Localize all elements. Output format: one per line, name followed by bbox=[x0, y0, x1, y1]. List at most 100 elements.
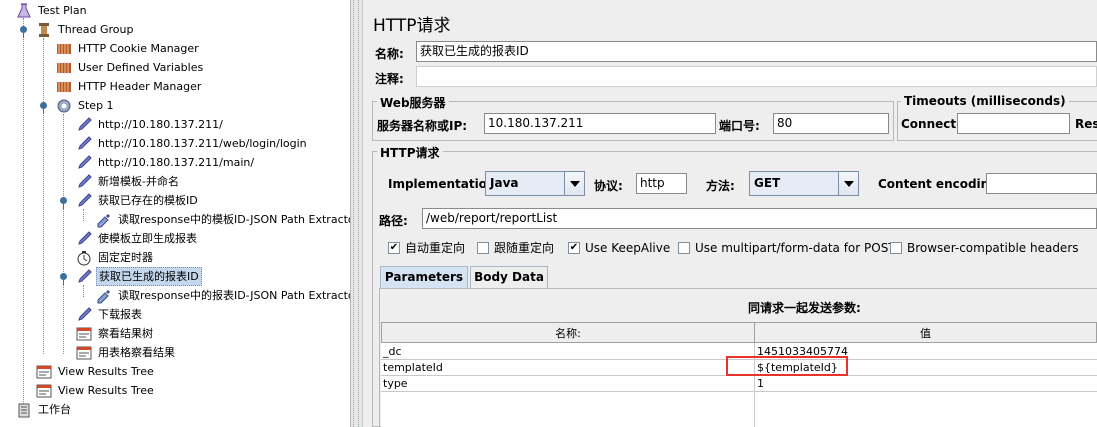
tab-body-data[interactable]: Body Data bbox=[470, 266, 548, 289]
pipette-sampler-icon bbox=[78, 269, 92, 283]
param-value-cell[interactable]: 1 bbox=[755, 376, 764, 392]
response-timeout-label: Res bbox=[1075, 117, 1097, 131]
tree-item-label: 下载报表 bbox=[98, 308, 142, 321]
comment-field[interactable] bbox=[416, 66, 1097, 87]
http-request-group-title: HTTP请求 bbox=[377, 144, 443, 161]
tab-parameters[interactable]: Parameters bbox=[380, 266, 468, 289]
param-name-cell[interactable]: _dc bbox=[381, 344, 402, 360]
expand-toggle-icon[interactable] bbox=[40, 102, 47, 114]
checkbox-box bbox=[678, 242, 690, 254]
name-label: 名称: bbox=[375, 47, 404, 61]
http-request-panel: HTTP请求 名称: 获取已生成的报表ID 注释: Web服务器 服务器名称或I… bbox=[363, 0, 1097, 427]
flask-icon bbox=[17, 3, 31, 18]
config-element-icon bbox=[57, 44, 71, 54]
parameters-table[interactable]: 名称: 值 _dc 1451033405774 templateId ${tem… bbox=[381, 322, 1097, 427]
divider-grip[interactable] bbox=[353, 0, 359, 427]
tree-item-label: 用表格察看结果 bbox=[98, 346, 175, 359]
connect-label: Connect: bbox=[901, 117, 961, 131]
server-label: 服务器名称或IP: bbox=[377, 119, 468, 133]
content-encoding-field[interactable] bbox=[986, 173, 1097, 194]
checkbox-label: 跟随重定向 bbox=[494, 241, 555, 255]
pipette-sampler-icon bbox=[78, 117, 92, 131]
tree-item-label: 使模板立即生成报表 bbox=[98, 232, 197, 245]
tree-item-label: Step 1 bbox=[78, 99, 114, 112]
expand-toggle-icon[interactable] bbox=[60, 197, 67, 209]
tree-connector bbox=[83, 209, 84, 221]
gear-controller-icon bbox=[57, 99, 71, 113]
extractor-icon bbox=[97, 290, 110, 304]
tree-item-label: User Defined Variables bbox=[78, 61, 204, 74]
param-name-cell[interactable]: templateId bbox=[381, 360, 443, 376]
chevron-down-icon[interactable] bbox=[564, 172, 584, 195]
pipette-sampler-icon bbox=[78, 193, 92, 207]
tree-item-label: HTTP Header Manager bbox=[78, 80, 202, 93]
checkmark-icon: ✔ bbox=[388, 242, 400, 254]
tree-item-label: View Results Tree bbox=[58, 384, 154, 397]
tree-connector bbox=[63, 114, 64, 354]
comment-label: 注释: bbox=[375, 72, 404, 86]
highlight-annotation-box bbox=[726, 356, 848, 376]
method-label: 方法: bbox=[706, 179, 735, 193]
checkbox-label: Use multipart/form-data for POST bbox=[695, 241, 896, 255]
port-field[interactable]: 80 bbox=[773, 113, 889, 134]
pipette-sampler-icon bbox=[78, 136, 92, 150]
tree-item-label: 察看结果树 bbox=[98, 327, 153, 340]
tree-item-label: HTTP Cookie Manager bbox=[78, 42, 199, 55]
tree-item-label: 工作台 bbox=[38, 403, 71, 416]
tree-item-label: 获取已生成的报表ID bbox=[96, 267, 202, 286]
timer-icon bbox=[77, 251, 91, 266]
path-field[interactable]: /web/report/reportList bbox=[422, 208, 1097, 229]
checkbox-label: Use KeepAlive bbox=[585, 241, 671, 255]
checkbox-box bbox=[890, 242, 902, 254]
config-element-icon bbox=[57, 82, 71, 92]
expand-toggle-icon[interactable] bbox=[20, 26, 27, 38]
method-select[interactable]: GET bbox=[749, 171, 859, 196]
tree-item-label: 读取response中的报表ID-JSON Path Extractor bbox=[118, 289, 350, 302]
column-header-name[interactable]: 名称: bbox=[381, 322, 755, 343]
tree-item-label: View Results Tree bbox=[58, 365, 154, 378]
tree-item-label: Test Plan bbox=[38, 4, 87, 17]
implementation-value: Java bbox=[490, 176, 519, 190]
spool-icon bbox=[39, 23, 49, 37]
extractor-icon bbox=[97, 214, 110, 228]
tree-item-label: 新增模板-并命名 bbox=[98, 175, 179, 188]
config-element-icon bbox=[57, 63, 71, 73]
column-header-value[interactable]: 值 bbox=[754, 322, 1097, 343]
param-name-cell[interactable]: type bbox=[381, 376, 408, 392]
workbench-icon bbox=[18, 403, 30, 418]
checkbox-label: Browser-compatible headers bbox=[907, 241, 1079, 255]
protocol-field[interactable]: http bbox=[636, 173, 687, 194]
listener-icon bbox=[36, 365, 52, 379]
checkbox-label: 自动重定向 bbox=[405, 241, 466, 255]
connect-timeout-field[interactable] bbox=[957, 113, 1070, 134]
pipette-sampler-icon bbox=[78, 155, 92, 169]
tree-item-label: http://10.180.137.211/main/ bbox=[98, 156, 255, 169]
timeouts-group-title: Timeouts (milliseconds) bbox=[901, 94, 1069, 108]
tree-connector bbox=[43, 38, 44, 354]
port-label: 端口号: bbox=[719, 119, 760, 133]
test-plan-tree[interactable]: Test Plan Thread Group HTTP Cookie Manag… bbox=[0, 0, 350, 427]
pipette-sampler-icon bbox=[78, 174, 92, 188]
tree-item-label: 固定定时器 bbox=[98, 251, 153, 264]
listener-icon bbox=[36, 384, 52, 398]
pipette-sampler-icon bbox=[78, 231, 92, 245]
server-field[interactable]: 10.180.137.211 bbox=[484, 113, 716, 134]
tree-connector bbox=[23, 18, 24, 410]
web-server-group-title: Web服务器 bbox=[377, 94, 449, 111]
method-value: GET bbox=[754, 176, 781, 190]
row-divider bbox=[381, 391, 1097, 392]
tree-item-label: http://10.180.137.211/web/login/login bbox=[98, 137, 307, 150]
implementation-label: Implementation: bbox=[388, 177, 501, 191]
tree-item-label: Thread Group bbox=[58, 23, 134, 36]
path-label: 路径: bbox=[379, 214, 408, 228]
name-field[interactable]: 获取已生成的报表ID bbox=[416, 41, 1097, 62]
panel-title: HTTP请求 bbox=[373, 16, 451, 36]
chevron-down-icon[interactable] bbox=[838, 172, 858, 195]
expand-toggle-icon[interactable] bbox=[60, 273, 67, 285]
tree-item-label: 获取已存在的模板ID bbox=[98, 194, 198, 207]
pipette-sampler-icon bbox=[78, 307, 92, 321]
parameters-caption: 同请求一起发送参数: bbox=[748, 301, 861, 315]
implementation-select[interactable]: Java bbox=[485, 171, 585, 196]
tree-item-label: http://10.180.137.211/ bbox=[98, 118, 223, 131]
content-encoding-label: Content encoding: bbox=[878, 177, 1003, 191]
